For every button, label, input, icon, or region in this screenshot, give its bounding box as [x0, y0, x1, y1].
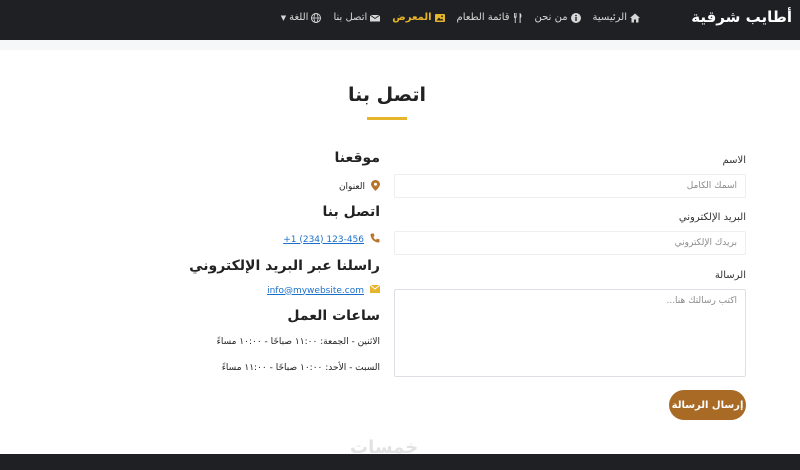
email-link[interactable]: info@mywebsite.com [267, 286, 364, 296]
phone-icon [370, 233, 380, 246]
phone-row: +1 (234) 123-456 [283, 233, 380, 246]
nav-item-language[interactable]: اللغة ▼ [281, 12, 322, 23]
nav-item-about[interactable]: من نحن [535, 12, 581, 23]
location-heading: موقعنا [334, 150, 381, 166]
email-heading: راسلنا عبر البريد الإلكتروني [189, 258, 380, 274]
message-textarea[interactable] [394, 289, 746, 377]
email-row: info@mywebsite.com [267, 284, 381, 296]
page-title: اتصل بنا [348, 84, 426, 106]
address-row: العنوان [339, 180, 380, 194]
info-circle-icon [570, 12, 581, 23]
footer-bar [0, 454, 800, 470]
globe-icon [311, 12, 322, 23]
name-label: الاسم [722, 155, 746, 166]
email-input[interactable] [394, 231, 746, 255]
utensils-icon [513, 12, 521, 23]
top-navbar: أطايب شرقية الرئيسية من نحن قائمة الطعام… [0, 0, 800, 40]
nav-item-contact[interactable]: اتصل بنا [333, 12, 381, 23]
title-underline [367, 117, 407, 120]
image-icon [434, 13, 445, 22]
nav-label: اتصل بنا [333, 12, 368, 23]
phone-link[interactable]: +1 (234) 123-456 [283, 235, 364, 245]
main-nav: الرئيسية من نحن قائمة الطعام المعرض اتصل… [281, 12, 640, 23]
nav-label: المعرض [392, 12, 432, 23]
hours-heading: ساعات العمل [287, 308, 380, 324]
nav-label: الرئيسية [592, 12, 627, 23]
email-label: البريد الإلكتروني [678, 212, 746, 223]
caret-down-icon: ▼ [280, 13, 287, 22]
call-heading: اتصل بنا [322, 204, 380, 220]
envelope-icon [370, 14, 381, 21]
nav-item-menu[interactable]: قائمة الطعام [457, 12, 523, 23]
map-marker-icon [371, 180, 380, 194]
nav-label: من نحن [534, 12, 568, 23]
nav-label: قائمة الطعام [456, 12, 510, 23]
nav-label: اللغة [289, 12, 309, 23]
hours-weekend: السبت - الأحد: ١٠:٠٠ صباحًا - ١١:٠٠ مساء… [221, 363, 380, 373]
name-input[interactable] [394, 174, 746, 198]
nav-item-gallery[interactable]: المعرض [392, 12, 445, 23]
brand-logo[interactable]: أطايب شرقية [691, 8, 792, 26]
message-label: الرسالة [714, 270, 746, 281]
send-message-button[interactable]: إرسال الرسالة [669, 390, 746, 420]
hours-weekdays: الاثنين - الجمعة: ١١:٠٠ صباحًا - ١٠:٠٠ م… [216, 337, 380, 347]
address-text: العنوان [338, 182, 365, 192]
nav-item-home[interactable]: الرئيسية [593, 12, 640, 23]
envelope-icon [369, 284, 381, 296]
home-icon [630, 13, 640, 22]
